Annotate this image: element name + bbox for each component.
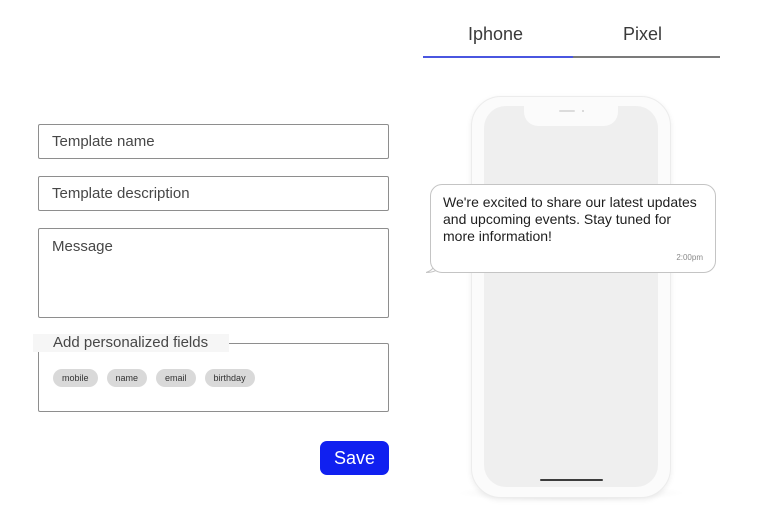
message-preview-text: We're excited to share our latest update… xyxy=(443,194,697,244)
chip-birthday[interactable]: birthday xyxy=(204,369,255,387)
message-preview-bubble: We're excited to share our latest update… xyxy=(430,184,716,273)
phone-notch xyxy=(524,104,618,126)
message-timestamp: 2:00pm xyxy=(676,253,703,262)
personalized-fields-legend: Add personalized fields xyxy=(33,334,229,352)
template-description-input[interactable] xyxy=(38,176,389,211)
template-editor-page: Add personalized fields mobile name emai… xyxy=(0,0,768,525)
save-button[interactable]: Save xyxy=(320,441,389,475)
camera-icon xyxy=(582,110,584,112)
template-name-input[interactable] xyxy=(38,124,389,159)
chip-name[interactable]: name xyxy=(106,369,148,387)
speaker-icon xyxy=(559,110,575,112)
phone-screen xyxy=(484,106,658,487)
chip-mobile[interactable]: mobile xyxy=(53,369,98,387)
tab-iphone[interactable]: Iphone xyxy=(468,24,523,45)
tab-pixel[interactable]: Pixel xyxy=(623,24,662,45)
home-indicator xyxy=(540,479,603,481)
chip-email[interactable]: email xyxy=(156,369,196,387)
personalized-field-chips: mobile name email birthday xyxy=(53,369,255,387)
active-tab-indicator xyxy=(423,56,573,58)
message-textarea[interactable] xyxy=(38,228,389,318)
device-tabs: Iphone Pixel xyxy=(423,0,720,60)
